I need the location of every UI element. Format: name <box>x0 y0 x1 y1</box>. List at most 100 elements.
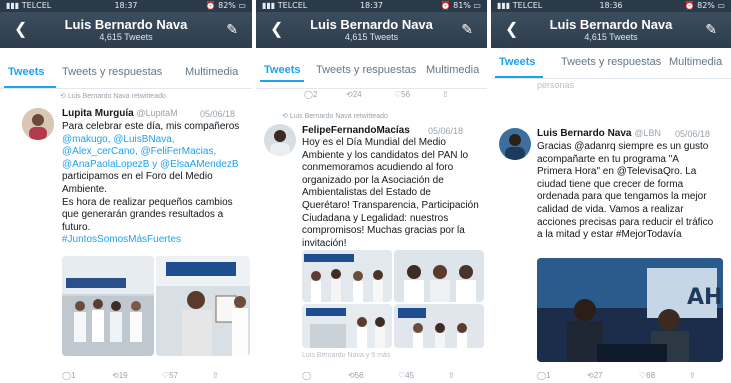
tab-multimedia[interactable]: Multimedia <box>426 64 479 76</box>
profile-name: Luis Bernardo Nava <box>310 17 433 32</box>
tab-multimedia[interactable]: Multimedia <box>185 66 238 78</box>
active-tab-indicator <box>260 80 304 82</box>
reply-button[interactable]: ◯ 2 <box>304 90 317 99</box>
tweet-date: 05/06/18 <box>675 129 711 139</box>
active-tab-indicator <box>4 86 56 88</box>
tweet-line: participamos en el Foro del Medio <box>62 171 213 183</box>
reply-button[interactable]: ◯ 1 <box>62 371 75 380</box>
profile-panel-1: ▮▮▮ TELCEL 18:37 ⏰ 82% ▭ ❮ Luis Bernardo… <box>0 0 252 383</box>
tweet-photo[interactable] <box>62 256 154 356</box>
profile-header: ❮ Luis Bernardo Nava 4,615 Tweets ✎ <box>0 12 252 48</box>
tweet-photo[interactable] <box>394 250 484 302</box>
like-button[interactable]: ♡ 45 <box>398 371 414 380</box>
tweet-author[interactable]: FelipeFernandoMacías <box>302 125 410 136</box>
hashtag[interactable]: #JuntosSomosMásFuertes <box>62 234 252 247</box>
profile-header: ❮ Luis Bernardo Nava 4,615 Tweets ✎ <box>256 12 487 48</box>
tweet-line: Ambientalistas del Estado de <box>302 187 431 199</box>
share-icon[interactable]: ⇧ <box>442 90 449 99</box>
svg-text:AH: AH <box>687 285 722 310</box>
status-bar: ▮▮▮ TELCEL 18:36 ⏰ 82% ▭ <box>491 0 731 12</box>
tweet-author[interactable]: Luis Bernardo Nava @LBN <box>537 128 661 139</box>
retweet-note: ⟲ Luis Bernardo Nava retwitteado <box>60 93 166 100</box>
tweet-actions: ◯ 1 ⟲ 27 ♡ 68 ⇧ <box>537 371 717 381</box>
status-bar: ▮▮▮ TELCEL 18:37 ⏰ 82% ▭ <box>0 0 252 12</box>
share-icon[interactable]: ⇧ <box>448 371 455 380</box>
tweet-count: 4,615 Tweets <box>99 32 153 42</box>
profile-header: ❮ Luis Bernardo Nava 4,615 Tweets ✎ <box>491 12 731 48</box>
active-tab-indicator <box>495 76 543 78</box>
previous-tweet-fragment: personas <box>537 80 575 90</box>
share-icon[interactable]: ⇧ <box>212 371 219 380</box>
profile-name: Luis Bernardo Nava <box>549 17 673 32</box>
avatar[interactable] <box>264 124 296 156</box>
battery-label: ⏰ 81% ▭ <box>440 1 481 10</box>
tweet-line: Querétaro! Transparencia, Participación <box>302 199 479 211</box>
liked-by-note: Luis Bernardo Nava y 9 más <box>302 352 391 359</box>
tweet-photo[interactable] <box>156 256 250 356</box>
tab-tweets[interactable]: Tweets <box>8 66 44 78</box>
tweet-line: que generarán grandes resultados a <box>62 209 224 221</box>
tweet-body: Hoy es el Día Mundial del Medio Ambiente… <box>302 137 484 250</box>
retweet-button[interactable]: ⟲ 19 <box>112 371 128 380</box>
retweet-button[interactable]: ⟲ 56 <box>348 371 364 380</box>
tab-multimedia[interactable]: Multimedia <box>669 56 722 68</box>
tweet-line: acciones precisas para reducir el tráfic… <box>537 216 714 228</box>
tweet-line[interactable]: @AnaPaolaLopezB y @ElsaAMendezB <box>62 159 252 172</box>
tweet-photo[interactable] <box>302 304 392 348</box>
profile-panel-2: ▮▮▮ TELCEL 18:37 ⏰ 81% ▭ ❮ Luis Bernardo… <box>256 0 487 383</box>
tweet-line: a la mitad y estar #MejorTodavía <box>537 229 682 241</box>
tweet-line: ciudad tiene que crecer de forma <box>537 178 684 190</box>
battery-label: ⏰ 82% ▭ <box>205 1 246 10</box>
tweet-photo[interactable]: AH <box>537 258 723 362</box>
tweet-line: acompañarte en tu programa "A <box>537 153 679 165</box>
profile-tabs: Tweets Tweets y respuestas Multimedia <box>491 48 731 79</box>
profile-panel-3: ▮▮▮ TELCEL 18:36 ⏰ 82% ▭ ❮ Luis Bernardo… <box>491 0 731 383</box>
compose-icon[interactable]: ✎ <box>705 21 717 38</box>
avatar[interactable] <box>22 108 54 140</box>
tweet-line: Es hora de realizar pequeños cambios <box>62 196 233 208</box>
tab-tweets-replies[interactable]: Tweets y respuestas <box>561 56 661 68</box>
tab-tweets-replies[interactable]: Tweets y respuestas <box>316 64 416 76</box>
prev-tweet-actions: ◯ 2 ⟲ 24 ♡ 56 ⇧ <box>304 90 474 100</box>
compose-icon[interactable]: ✎ <box>226 21 238 38</box>
share-icon[interactable]: ⇧ <box>689 371 696 380</box>
tweet-count: 4,615 Tweets <box>584 32 638 42</box>
like-button[interactable]: ♡ 68 <box>639 371 655 380</box>
profile-name: Luis Bernardo Nava <box>64 17 188 32</box>
tweet-line: Primera Hora" en @TelevisaQro. La <box>537 166 697 178</box>
battery-label: ⏰ 82% ▭ <box>684 1 725 10</box>
tweet-date: 05/06/18 <box>200 109 236 119</box>
tweet-photo[interactable] <box>394 304 484 348</box>
tweet-line: Gracias @adanrq siempre es un gusto <box>537 141 709 152</box>
tab-tweets[interactable]: Tweets <box>499 56 535 68</box>
tab-tweets-replies[interactable]: Tweets y respuestas <box>62 66 162 78</box>
reply-button[interactable]: ◯ <box>302 371 311 380</box>
tweet-actions: ◯ ⟲ 56 ♡ 45 ⇧ <box>302 371 482 381</box>
retweet-button[interactable]: ⟲ 27 <box>587 371 603 380</box>
tweet-line: compromisos! Muchas gracias por la <box>302 225 465 237</box>
tweet-line: ordenada para que tengamos la mejor <box>537 191 707 203</box>
tweet-body: Gracias @adanrq siempre es un gusto acom… <box>537 141 729 242</box>
tweet-line[interactable]: @makugo, @LuisBNava, <box>62 134 252 147</box>
status-bar: ▮▮▮ TELCEL 18:37 ⏰ 81% ▭ <box>256 0 487 12</box>
tweet-line: Ciudadana y Legalidad: nuestros <box>302 212 449 224</box>
retweet-button[interactable]: ⟲ 24 <box>346 90 362 99</box>
tweet-line: Ambiente y los candidatos del PAN lo <box>302 149 469 161</box>
tweet-line: Ambiente. <box>62 183 108 195</box>
tweet-line[interactable]: @Alex_cerCano, @FeliFerMacias, <box>62 146 252 159</box>
tweet-line: Hoy es el Día Mundial del Medio <box>302 137 446 148</box>
avatar[interactable] <box>499 128 531 160</box>
compose-icon[interactable]: ✎ <box>461 21 473 38</box>
tweet-body: Para celebrar este día, mis compañeros @… <box>62 121 252 247</box>
like-button[interactable]: ♡ 56 <box>394 90 410 99</box>
tweet-line: conmemoramos acudiendo al foro <box>302 162 454 174</box>
profile-tabs: Tweets Tweets y respuestas Multimedia <box>256 58 487 89</box>
reply-button[interactable]: ◯ 1 <box>537 371 550 380</box>
tweet-line: futuro. <box>62 221 91 233</box>
tab-tweets[interactable]: Tweets <box>264 64 300 76</box>
tweet-photo[interactable] <box>302 250 392 302</box>
tweet-line: Para celebrar este día, mis compañeros <box>62 121 240 132</box>
tweet-date: 05/06/18 <box>428 126 464 136</box>
tweet-author[interactable]: Lupita Murguía @LupitaM <box>62 108 178 119</box>
like-button[interactable]: ♡ 57 <box>162 371 178 380</box>
